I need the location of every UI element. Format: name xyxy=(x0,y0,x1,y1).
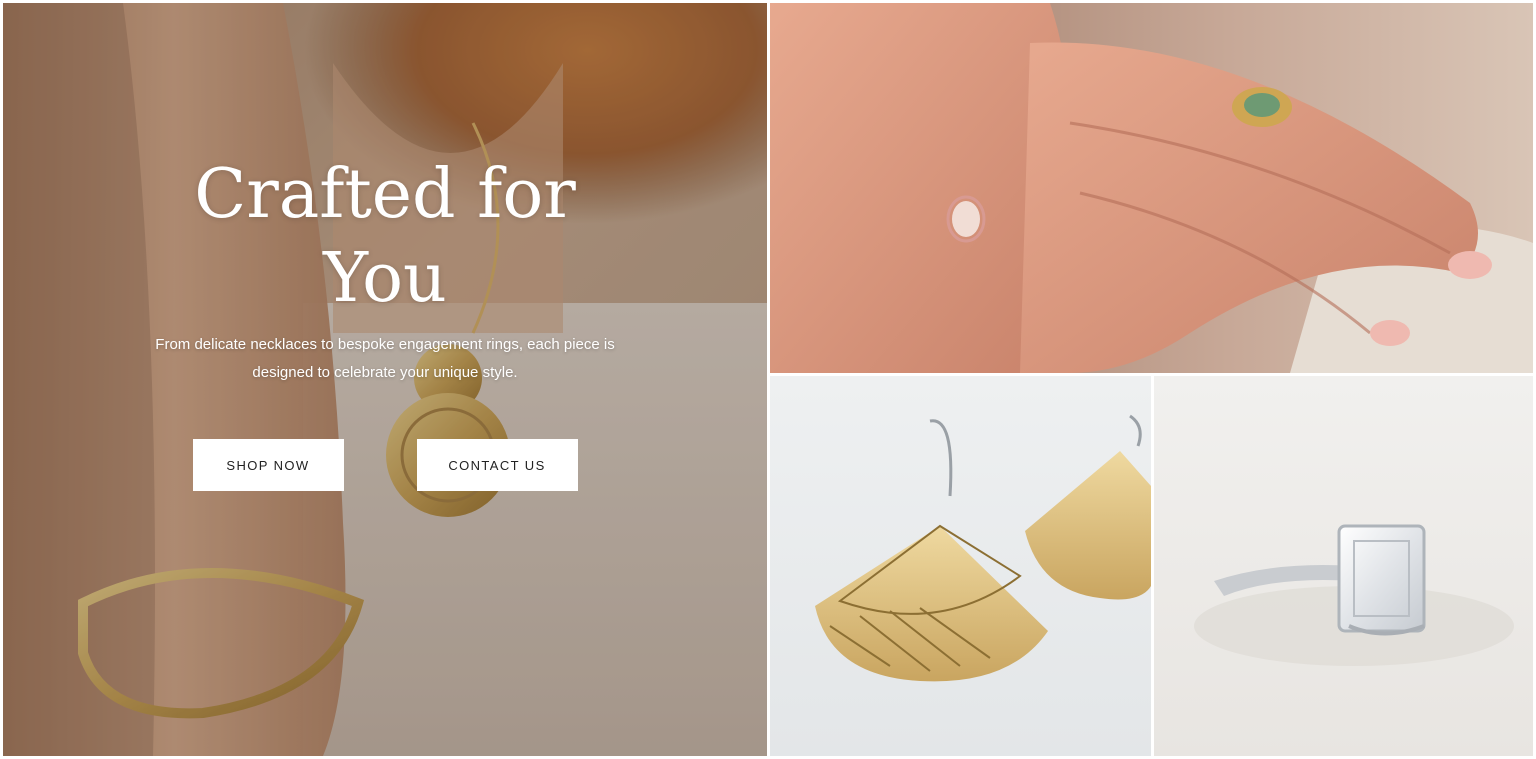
gallery-tile-earrings[interactable] xyxy=(770,376,1151,756)
earrings-photo xyxy=(770,376,1151,756)
gallery-tile-rings[interactable] xyxy=(770,3,1533,373)
rings-photo xyxy=(770,3,1533,373)
hero-button-group: SHOP NOW CONTACT US xyxy=(3,439,767,491)
hero-subtitle: From delicate necklaces to bespoke engag… xyxy=(155,336,615,381)
solitaire-ring-photo xyxy=(1154,376,1533,756)
gallery-tile-solitaire-ring[interactable] xyxy=(1154,376,1533,756)
hero-title: Crafted for You xyxy=(194,155,576,318)
hero-content: Crafted for You From delicate necklaces … xyxy=(3,153,767,491)
hero-banner: Crafted for You From delicate necklaces … xyxy=(3,3,767,756)
shop-now-button[interactable]: SHOP NOW xyxy=(192,439,344,491)
contact-us-button[interactable]: CONTACT US xyxy=(416,439,578,491)
